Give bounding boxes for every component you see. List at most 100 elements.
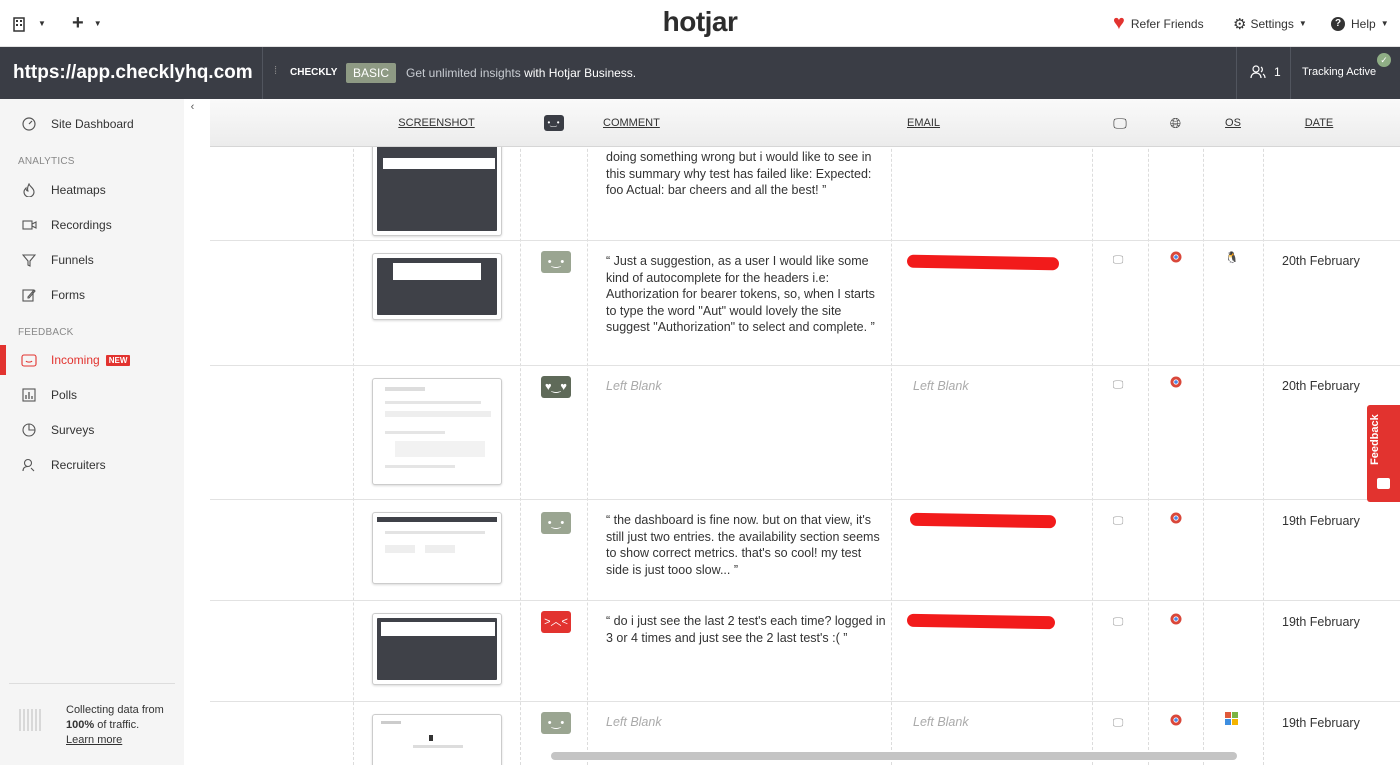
horizontal-scrollbar[interactable] — [551, 752, 1237, 760]
sidebar-item-recordings[interactable]: Recordings — [0, 210, 184, 240]
neutral-face-icon: •‿• — [541, 251, 571, 273]
screenshot-thumbnail[interactable] — [372, 378, 502, 485]
sidebar-item-label: Site Dashboard — [51, 117, 134, 131]
chrome-icon — [1168, 613, 1184, 627]
sidebar-item-forms[interactable]: Forms — [0, 280, 184, 310]
sidebar-item-label: Forms — [51, 288, 85, 302]
check-icon: ✓ — [1377, 53, 1391, 67]
feedback-tab-button[interactable]: Feedback — [1367, 405, 1400, 502]
user-search-icon — [21, 457, 37, 473]
screenshot-thumbnail[interactable] — [372, 253, 502, 320]
sidebar-item-polls[interactable]: Polls — [0, 380, 184, 410]
table-header: SCREENSHOT •‿• COMMENT EMAIL 🖵 🌐︎ OS DAT… — [210, 99, 1400, 147]
comment-text: “ the dashboard is fine now. but on that… — [606, 513, 880, 577]
sidebar-item-label: Surveys — [51, 423, 95, 437]
help-icon: ? — [1331, 16, 1345, 31]
screenshot-line — [385, 545, 415, 553]
settings-menu[interactable]: ⚙ Settings ▼ — [1233, 0, 1307, 47]
upsell-text[interactable]: Get unlimited insights with Hotjar Busin… — [406, 66, 636, 80]
learn-more-link[interactable]: Learn more — [66, 734, 122, 746]
help-menu[interactable]: ? Help ▼ — [1331, 0, 1389, 47]
date-cell: 19th February — [1282, 716, 1360, 730]
grip-icon: ⁞ — [274, 65, 278, 77]
neutral-face-icon: •‿• — [541, 512, 571, 534]
column-header-device[interactable]: 🖵 — [1092, 99, 1148, 147]
screenshot-preview — [377, 258, 497, 315]
top-bar: ▼ + ▼ hotjar ♥ Refer Friends ⚙ Settings … — [0, 0, 1400, 47]
active-users-count: 1 — [1274, 65, 1281, 79]
screenshot-thumbnail[interactable] — [372, 139, 502, 236]
desktop-icon: 🖵 — [1113, 114, 1127, 131]
apple-icon — [1224, 376, 1240, 390]
screenshot-line — [395, 441, 485, 457]
comment-text: “ do i just see the last 2 test's each t… — [606, 614, 886, 645]
screenshot-preview — [377, 383, 497, 480]
screenshot-dialog — [381, 622, 495, 636]
plus-icon: + — [72, 12, 84, 34]
column-header-browser[interactable]: 🌐︎ — [1148, 99, 1203, 147]
traffic-bars-icon — [19, 709, 41, 731]
screenshot-preview — [377, 144, 497, 231]
form-edit-icon — [21, 287, 37, 303]
screenshot-line — [385, 387, 425, 391]
sidebar-item-heatmaps[interactable]: Heatmaps — [0, 175, 184, 205]
collect-percent: 100% — [66, 719, 95, 731]
screenshot-line — [385, 431, 445, 434]
comment-text: Left Blank — [606, 379, 662, 393]
screenshot-line — [425, 545, 455, 553]
sites-menu[interactable]: ▼ — [12, 0, 46, 47]
active-users[interactable]: 1 — [1250, 65, 1281, 79]
screenshot-line — [385, 531, 485, 534]
collect-line2: of traffic. — [97, 719, 140, 731]
column-header-email[interactable]: EMAIL — [891, 99, 1092, 147]
screenshot-preview — [377, 719, 497, 765]
apple-icon — [1224, 512, 1240, 526]
table-row[interactable]: ♥‿♥ Left Blank Left Blank 🖵 20th Februar… — [210, 365, 1400, 499]
traffic-divider — [9, 683, 175, 704]
neutral-face-icon: •‿• — [541, 712, 571, 734]
table-row[interactable]: >︿< “ do i just see the last 2 test's ea… — [210, 600, 1400, 701]
email-cell: Left Blank — [913, 379, 969, 393]
dashboard-icon — [21, 116, 37, 132]
collapse-sidebar-button[interactable]: ‹ — [184, 99, 201, 117]
flame-icon — [21, 182, 37, 198]
screenshot-thumbnail[interactable] — [372, 613, 502, 685]
desktop-icon: 🖵 — [1112, 379, 1124, 391]
sidebar-item-incoming[interactable]: Incoming NEW — [0, 345, 184, 375]
new-badge: NEW — [105, 354, 131, 366]
sidebar-item-surveys[interactable]: Surveys — [0, 415, 184, 445]
site-url[interactable]: https://app.checklyhq.com — [13, 62, 253, 84]
organization-name[interactable]: CHECKLY — [290, 67, 337, 78]
screenshot-line — [429, 735, 433, 741]
screenshot-dialog — [383, 158, 495, 169]
sidebar-item-recruiters[interactable]: Recruiters — [0, 450, 184, 480]
sidebar-item-site-dashboard[interactable]: Site Dashboard — [0, 109, 184, 139]
email-cell: Left Blank — [913, 715, 969, 729]
desktop-icon: 🖵 — [1112, 717, 1124, 729]
screenshot-line — [385, 411, 491, 417]
table-row[interactable]: •‿• “ the dashboard is fine now. but on … — [210, 499, 1400, 600]
gear-icon: ⚙ — [1233, 15, 1247, 33]
divider — [262, 47, 263, 99]
globe-icon: 🌐︎ — [1169, 114, 1182, 131]
column-header-screenshot[interactable]: SCREENSHOT — [353, 99, 520, 147]
feedback-tab-label: Feedback — [1369, 414, 1381, 465]
divider — [1290, 47, 1291, 99]
add-menu[interactable]: + ▼ — [72, 0, 102, 47]
refer-friends-link[interactable]: ♥ Refer Friends — [1113, 0, 1204, 47]
date-cell: 19th February — [1282, 615, 1360, 629]
tracking-status[interactable]: Tracking Active — [1302, 66, 1376, 78]
love-face-icon: ♥‿♥ — [541, 376, 571, 398]
table-row[interactable]: •‿• “ Just a suggestion, as a user I wou… — [210, 240, 1400, 365]
screenshot-thumbnail[interactable] — [372, 714, 502, 765]
analytics-section-label: ANALYTICS — [18, 156, 75, 167]
column-header-rating[interactable]: •‿• — [520, 99, 587, 147]
column-header-comment[interactable]: COMMENT — [587, 99, 891, 147]
column-header-date[interactable]: DATE — [1263, 99, 1375, 147]
sidebar-item-funnels[interactable]: Funnels — [0, 245, 184, 275]
column-header-os[interactable]: OS — [1203, 99, 1263, 147]
linux-icon: 🐧 — [1225, 252, 1239, 264]
upsell-link[interactable]: with Hotjar Business. — [524, 66, 636, 80]
screenshot-thumbnail[interactable] — [372, 512, 502, 584]
chevron-down-icon: ▼ — [1298, 19, 1307, 28]
